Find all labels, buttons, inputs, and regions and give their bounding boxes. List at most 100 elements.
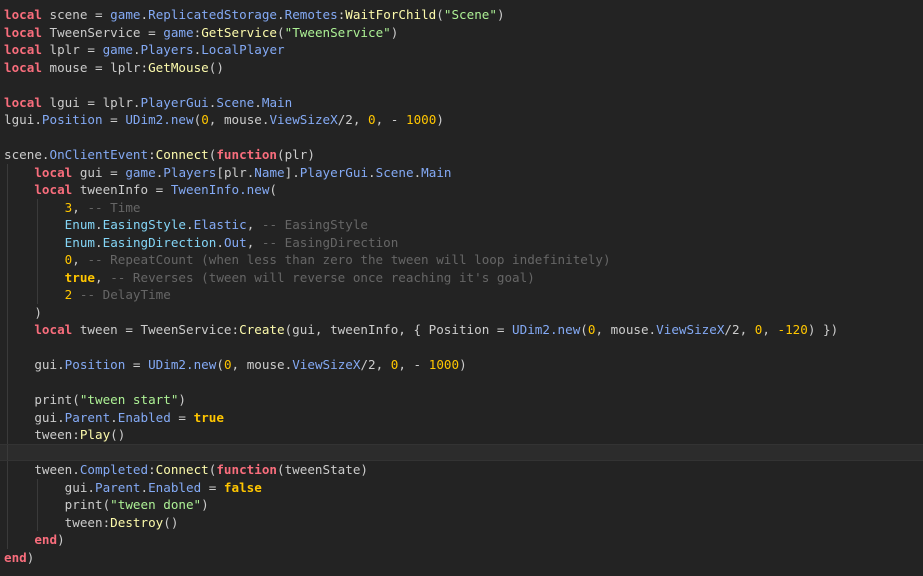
code-line[interactable]: [0, 76, 923, 94]
identifier: PlayerGui: [140, 94, 209, 110]
code-line[interactable]: 0, -- RepeatCount (when less than zero t…: [0, 251, 923, 269]
code-text: (: [269, 182, 278, 197]
code-text: tweenInfo =: [72, 182, 171, 197]
code-text: ): [26, 549, 35, 565]
code-text: , -: [375, 112, 406, 127]
string-literal: "tween done": [110, 497, 202, 512]
code-line[interactable]: end): [0, 531, 923, 549]
code-line[interactable]: [0, 338, 923, 356]
comment: -- RepeatCount (when less than zero the …: [87, 252, 611, 267]
code-text: ,: [72, 252, 88, 267]
code-text: lgui.: [4, 112, 42, 127]
code-line[interactable]: 3, -- Time: [0, 198, 923, 216]
keyword: local: [34, 182, 73, 197]
code-text: print(: [4, 497, 111, 512]
code-line[interactable]: local TweenService = game:GetService("Tw…: [0, 24, 923, 42]
code-editor[interactable]: local scene = game.ReplicatedStorage.Rem…: [0, 6, 923, 566]
code-text: lgui = lplr.: [41, 94, 141, 110]
number-literal: 1000: [428, 357, 460, 372]
code-line[interactable]: gui.Parent.Enabled = false: [0, 478, 923, 496]
code-line[interactable]: tween:Destroy(): [0, 513, 923, 531]
code-line[interactable]: local lgui = lplr.PlayerGui.Scene.Main: [0, 94, 923, 112]
code-text: .: [95, 217, 103, 232]
code-text: tween:: [4, 427, 80, 442]
code-line[interactable]: true, -- Reverses (tween will reverse on…: [0, 268, 923, 286]
code-text: .: [132, 42, 141, 57]
indent-guide: [7, 251, 8, 269]
code-text: lplr =: [41, 42, 103, 57]
keyword: local: [4, 59, 42, 75]
keyword: local: [34, 164, 73, 180]
code-line[interactable]: tween:Play(): [0, 426, 923, 444]
code-line[interactable]: [0, 129, 923, 147]
code-line[interactable]: ): [0, 303, 923, 321]
method-name: Play: [79, 427, 111, 442]
code-line[interactable]: Enum.EasingDirection.Out, -- EasingDirec…: [0, 233, 923, 251]
code-text: tween.: [4, 462, 80, 477]
code-line[interactable]: print("tween start"): [0, 391, 923, 409]
indent-guide: [37, 513, 39, 531]
code-line[interactable]: local gui = game. Players[plr.Name].Playe…: [0, 163, 923, 181]
code-line[interactable]: end): [0, 549, 923, 567]
code-line[interactable]: scene.OnClientEvent:Connect(function(plr…: [0, 146, 923, 164]
code-text: ): [57, 532, 65, 547]
string-literal: "TweenService": [284, 24, 391, 40]
keyword: function: [216, 147, 278, 162]
code-line[interactable]: local tweenInfo = TweenInfo.new(: [0, 181, 923, 199]
code-line[interactable]: local scene = game.ReplicatedStorage.Rem…: [0, 6, 923, 24]
code-text: scene.: [4, 147, 50, 162]
indent-guide: [7, 356, 8, 374]
indent-guide: [7, 286, 8, 304]
identifier: Players: [163, 164, 217, 180]
code-text: [plr.: [216, 164, 255, 180]
code-text: (: [436, 7, 444, 22]
code-line[interactable]: local tween = TweenService:Create(gui, t…: [0, 321, 923, 339]
code-line[interactable]: local lplr = game.Players.LocalPlayer: [0, 41, 923, 59]
identifier: game: [102, 42, 133, 57]
identifier: Remotes: [284, 7, 338, 22]
code-line[interactable]: print("tween done"): [0, 496, 923, 514]
code-line[interactable]: tween.Completed:Connect(function(tweenSt…: [0, 461, 923, 479]
indent-guide: [37, 233, 39, 251]
code-line[interactable]: lgui.Position = UDim2.new(0, mouse.ViewS…: [0, 111, 923, 129]
identifier: Scene: [216, 94, 255, 110]
code-text: ): [390, 24, 399, 40]
identifier: Enabled: [148, 479, 202, 495]
method-name: Connect: [155, 462, 209, 477]
comment: -- EasingDirection: [261, 234, 399, 250]
number-literal: 1000: [405, 112, 437, 127]
code-text: gui =: [72, 164, 126, 180]
number-literal: -120: [777, 322, 808, 337]
indent-guide: [7, 426, 8, 444]
code-text: , mouse.: [595, 322, 657, 337]
identifier: Completed: [79, 462, 149, 477]
indent-guide: [7, 338, 8, 356]
code-text: ): [459, 357, 467, 372]
code-text: gui.: [4, 479, 95, 495]
identifier: game: [110, 7, 141, 22]
identifier: UDim2.new: [125, 112, 194, 127]
code-line[interactable]: [0, 443, 923, 461]
code-text: :: [148, 462, 156, 477]
identifier: Name: [254, 164, 285, 180]
code-line[interactable]: Enum.EasingStyle.Elastic, -- EasingStyle: [0, 216, 923, 234]
identifier: LocalPlayer: [201, 42, 285, 57]
identifier: Main: [261, 94, 293, 110]
code-line[interactable]: [0, 373, 923, 391]
code-line[interactable]: gui.Position = UDim2.new(0, mouse.ViewSi…: [0, 356, 923, 374]
code-line[interactable]: gui.Parent.Enabled = true: [0, 408, 923, 426]
code-line[interactable]: local mouse = lplr:GetMouse(): [0, 59, 923, 77]
indent-guide: [37, 268, 39, 286]
code-text: (): [208, 59, 224, 75]
indent-guide: [37, 216, 39, 234]
code-text: .: [140, 7, 149, 22]
identifier: ReplicatedStorage: [148, 7, 278, 22]
code-text: tween:: [4, 514, 111, 530]
code-line[interactable]: 2 -- DelayTime: [0, 286, 923, 304]
method-name: GetMouse: [148, 59, 209, 75]
number-literal: 0: [223, 357, 232, 372]
